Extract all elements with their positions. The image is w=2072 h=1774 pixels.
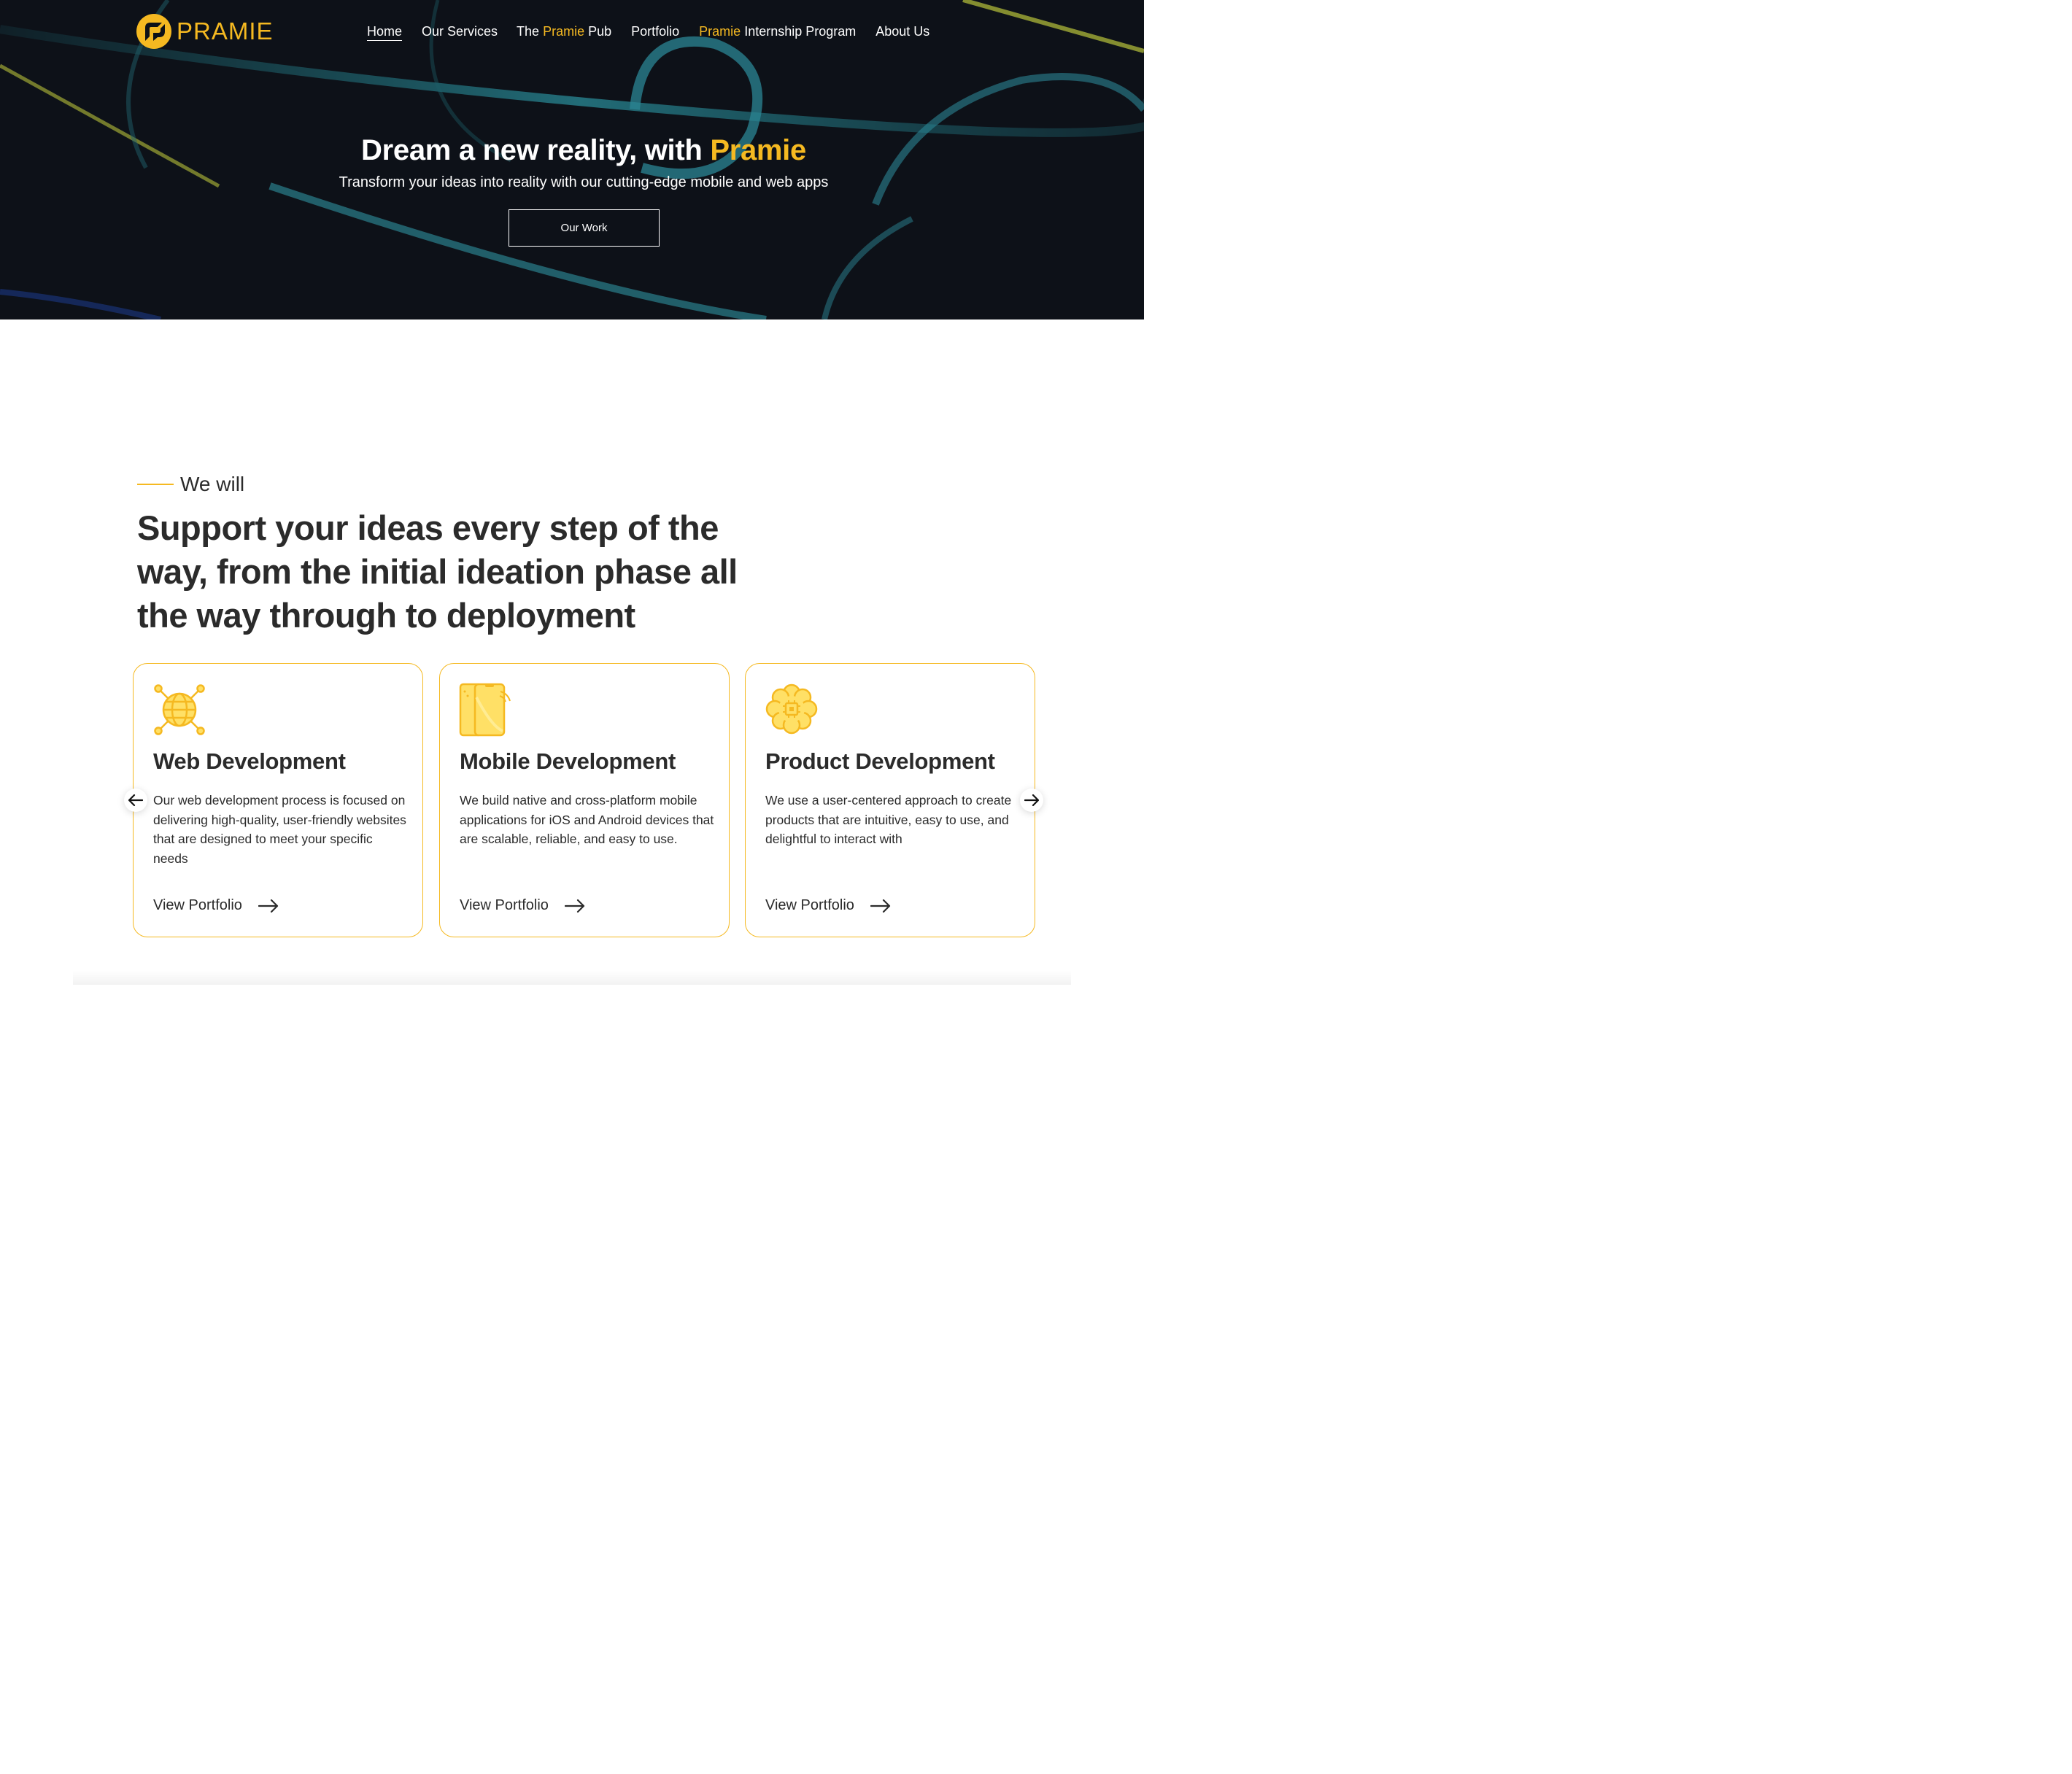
section-bottom-shadow xyxy=(73,970,1071,985)
carousel-prev-button[interactable] xyxy=(124,789,147,812)
nav-item-home[interactable]: Home xyxy=(367,22,402,41)
nav-item-internship-accent: Pramie xyxy=(699,24,741,39)
view-portfolio-link[interactable]: View Portfolio xyxy=(153,897,279,914)
card-title: Product Development xyxy=(765,748,995,774)
section-heading: Support your ideas every step of the way… xyxy=(137,508,738,635)
view-portfolio-link[interactable]: View Portfolio xyxy=(460,897,585,914)
hero-title-prefix: Dream a new reality, with xyxy=(361,134,711,166)
card-title: Mobile Development xyxy=(460,748,676,774)
nav-item-our-services[interactable]: Our Services xyxy=(422,22,498,41)
brand-name: PRAMIE xyxy=(177,18,274,44)
card-description: We use a user-centered approach to creat… xyxy=(765,793,1012,846)
our-work-button[interactable]: Our Work xyxy=(509,209,660,247)
nav-item-pramie-pub-suffix: Pub xyxy=(584,24,612,39)
globe-network-icon xyxy=(154,684,205,735)
hero-title: Dream a new reality, with Pramie xyxy=(0,134,1144,167)
card-title: Web Development xyxy=(153,748,346,774)
nav-item-pramie-pub-prefix: The xyxy=(517,24,544,39)
eyebrow-text: We will xyxy=(180,473,245,495)
service-card-mobile: Mobile Development We build native and c… xyxy=(439,663,730,937)
section-eyebrow: We will xyxy=(137,473,244,496)
pramie-logo-icon xyxy=(136,14,171,49)
arrow-left-icon xyxy=(128,794,143,806)
main-nav: Home Our Services The Pramie Pub Portfol… xyxy=(367,22,929,41)
carousel-next-button[interactable] xyxy=(1020,789,1043,812)
hero-section: PRAMIE Home Our Services The Pramie Pub … xyxy=(0,0,1144,319)
view-portfolio-label: View Portfolio xyxy=(765,897,854,913)
card-description: We build native and cross-platform mobil… xyxy=(460,793,714,846)
card-description: Our web development process is focused o… xyxy=(153,793,406,866)
eyebrow-divider xyxy=(137,484,174,485)
arrow-right-icon xyxy=(564,899,585,913)
mobile-phones-icon xyxy=(459,683,511,737)
brain-chip-icon xyxy=(765,683,818,735)
hero-title-accent: Pramie xyxy=(710,134,806,166)
arrow-right-icon xyxy=(870,899,891,913)
nav-item-pramie-pub-accent: Pramie xyxy=(543,24,585,39)
brand-logo[interactable]: PRAMIE xyxy=(136,12,274,50)
view-portfolio-label: View Portfolio xyxy=(460,897,549,913)
nav-item-about-us[interactable]: About Us xyxy=(875,22,929,41)
nav-item-pramie-pub[interactable]: The Pramie Pub xyxy=(517,22,611,41)
hero-subtitle: Transform your ideas into reality with o… xyxy=(339,174,829,190)
view-portfolio-label: View Portfolio xyxy=(153,897,242,913)
arrow-right-icon xyxy=(1024,794,1039,806)
service-card-product: Product Development We use a user-center… xyxy=(745,663,1035,937)
arrow-right-icon xyxy=(258,899,279,913)
view-portfolio-link[interactable]: View Portfolio xyxy=(765,897,891,914)
nav-item-portfolio[interactable]: Portfolio xyxy=(631,22,679,41)
service-card-web: Web Development Our web development proc… xyxy=(133,663,423,937)
nav-item-internship-suffix: Internship Program xyxy=(741,24,857,39)
nav-item-internship[interactable]: Pramie Internship Program xyxy=(699,22,856,41)
